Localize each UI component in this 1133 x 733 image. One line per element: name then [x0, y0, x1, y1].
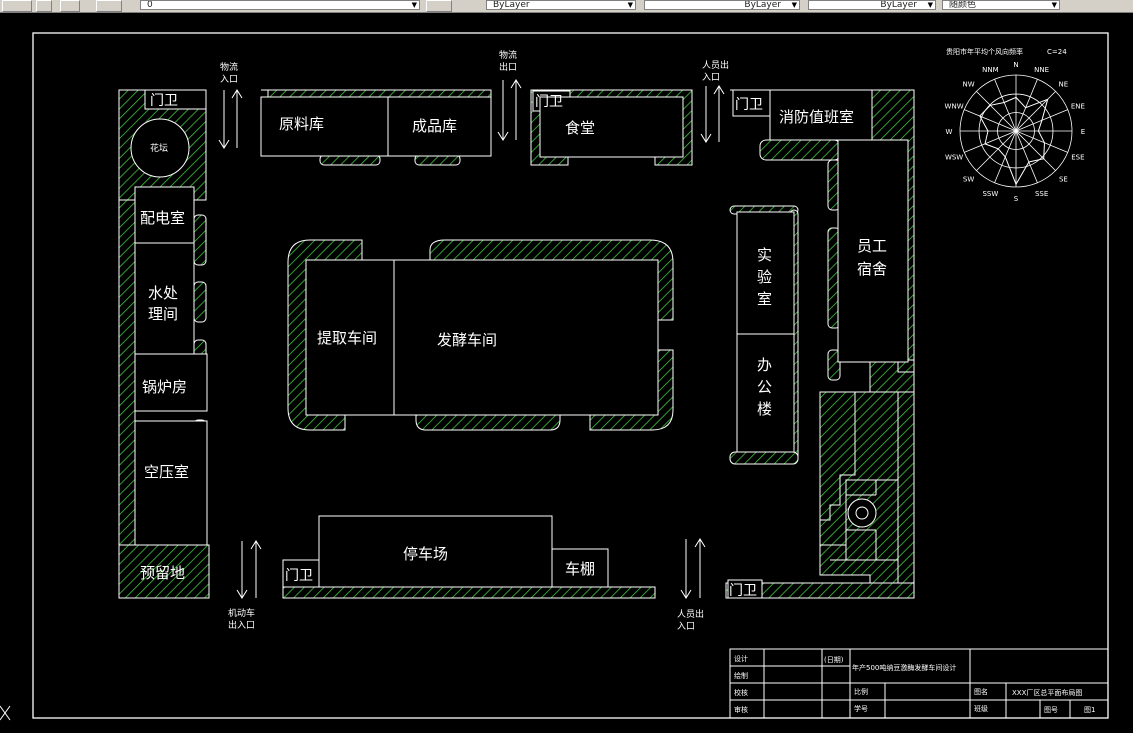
boiler-room-label: 锅炉房: [142, 378, 187, 396]
drawing-no: 图1: [1084, 706, 1095, 714]
logistics-out-label-1: 物流: [499, 49, 517, 61]
lab-label-3: 室: [757, 290, 772, 308]
linetype-select[interactable]: ByLayer ▼: [644, 0, 800, 10]
wind-rose-direction-label: S: [1014, 195, 1019, 203]
layer-select[interactable]: 0 ▼: [140, 0, 420, 10]
dormitory-label-2: 宿舍: [857, 260, 887, 278]
logistics-out-label-2: 出口: [499, 61, 517, 73]
scale-label: 比例: [854, 687, 868, 696]
gate-label: 门卫: [535, 94, 563, 110]
review-label: 审核: [734, 705, 748, 714]
wind-rose-direction-label: NNE: [1034, 66, 1049, 74]
people-bottom-label-2: 入口: [677, 621, 695, 632]
plotstyle-select[interactable]: 随颜色 ▼: [942, 0, 1060, 10]
color-select[interactable]: ByLayer ▼: [486, 0, 636, 10]
drawing-name: XXX厂区总平面布局图: [1012, 688, 1082, 697]
wind-rose-frequency: [979, 96, 1049, 186]
wind-rose-direction-label: WSW: [945, 154, 963, 162]
vehicle-label-1: 机动车: [228, 607, 255, 619]
reserved-land-label: 预留地: [140, 564, 185, 582]
water-treatment-label-2: 理间: [148, 305, 178, 323]
parking-label: 停车场: [403, 545, 448, 563]
office-label-1: 办: [757, 356, 772, 374]
draw-label: 绘制: [734, 671, 748, 680]
canteen-label: 食堂: [565, 119, 595, 137]
wind-rose-spoke: [1015, 91, 1056, 132]
people-top-label-2: 入口: [702, 72, 720, 83]
wind-rose-direction-label: SE: [1059, 175, 1068, 183]
gate-label: 门卫: [729, 583, 757, 599]
fermentation-workshop-label: 发酵车间: [437, 331, 497, 349]
student-id-label: 学号: [854, 704, 868, 713]
chevron-down-icon: ▼: [791, 1, 797, 9]
wind-rose-spoke: [976, 130, 1017, 171]
layer-state-icon[interactable]: [96, 0, 122, 12]
date-label: (日期): [824, 656, 844, 664]
ucs-icon: [0, 705, 11, 721]
vehicle-label-2: 出入口: [228, 619, 255, 631]
wind-rose-spoke: [976, 91, 1017, 132]
fire-duty-label: 消防值班室: [779, 108, 854, 126]
gate-label: 门卫: [285, 568, 313, 584]
chevron-down-icon: ▼: [1051, 1, 1057, 9]
gate-label: 门卫: [150, 93, 178, 109]
air-compressor-room: [134, 420, 208, 546]
chevron-down-icon: ▼: [627, 1, 633, 9]
people-bottom-label-1: 人员出: [677, 608, 704, 620]
wind-rose-direction-label: E: [1081, 128, 1085, 136]
logistics-in-label-2: 入口: [220, 74, 238, 85]
chevron-down-icon: ▼: [927, 1, 933, 9]
lab-label-1: 实: [757, 246, 772, 264]
finished-goods-label: 成品库: [412, 117, 457, 135]
check-label: 校核: [734, 688, 748, 697]
extraction-workshop-label: 提取车间: [317, 329, 377, 347]
wind-rose-direction-label: SSE: [1035, 190, 1048, 198]
chevron-down-icon: ▼: [411, 1, 417, 9]
layer-previous-icon[interactable]: [60, 0, 80, 12]
shed-label: 车棚: [565, 560, 595, 578]
wind-rose-direction-label: W: [946, 128, 953, 136]
dormitory-label-1: 员工: [857, 237, 887, 255]
lineweight-select[interactable]: ByLayer ▼: [808, 0, 936, 10]
make-current-icon[interactable]: [426, 0, 452, 12]
drawing-no-label: 图号: [1044, 706, 1058, 714]
fermentation-workshop: [393, 259, 659, 416]
raw-material-label: 原料库: [279, 115, 324, 133]
wind-rose-direction-label: ESE: [1071, 154, 1084, 162]
drawing-name-label: 图名: [974, 687, 988, 696]
wind-rose-direction-label: WNW: [945, 102, 964, 110]
air-compressor-label: 空压室: [144, 463, 189, 481]
project-title: 年产500吨纳豆激酶发酵车间设计: [852, 663, 956, 672]
wind-rose-direction-label: SSW: [982, 190, 998, 198]
wind-rose-direction-label: NW: [963, 81, 975, 89]
drawing-canvas[interactable]: 门卫 门卫 门卫 门卫 门卫 花坛 原料库 成品库 食堂 消防值班室 配电室 水…: [0, 12, 1133, 733]
title-block-text: 设计 绘制 校核 审核 (日期) 年产500吨纳豆激酶发酵车间设计 比例 学号 …: [734, 654, 1095, 714]
design-label: 设计: [734, 654, 748, 663]
wind-rose-title: 贵阳市年平均个风向频率: [946, 47, 1023, 56]
class-label: 班级: [974, 704, 988, 713]
lab-label-2: 验: [757, 268, 772, 286]
wind-rose-spoke: [1015, 130, 1056, 171]
layer-manager-icon[interactable]: [36, 0, 52, 12]
wind-rose-direction-label: SW: [963, 175, 974, 183]
gate-label: 门卫: [735, 97, 763, 113]
wind-rose-direction-label: NNM: [982, 66, 999, 74]
power-room-label: 配电室: [140, 209, 185, 227]
toolbar-button-1[interactable]: [2, 0, 32, 12]
logistics-in-label-1: 物流: [220, 61, 238, 73]
wind-rose-direction-label: ENE: [1071, 102, 1085, 110]
water-treatment-label-1: 水处: [148, 284, 178, 302]
office-label-3: 楼: [757, 400, 772, 418]
flowerbed-label: 花坛: [150, 142, 168, 154]
people-top-label-1: 人员出: [702, 59, 729, 71]
wind-rose-calm: C=24: [1047, 48, 1067, 56]
wind-rose: 贵阳市年平均个风向频率 C=24 N NNE NE ENE E ESE SE SSE S SSW S…: [945, 47, 1086, 203]
wind-rose-direction-label: N: [1013, 61, 1018, 69]
wind-rose-direction-label: NE: [1059, 81, 1069, 89]
office-label-2: 公: [757, 378, 772, 396]
